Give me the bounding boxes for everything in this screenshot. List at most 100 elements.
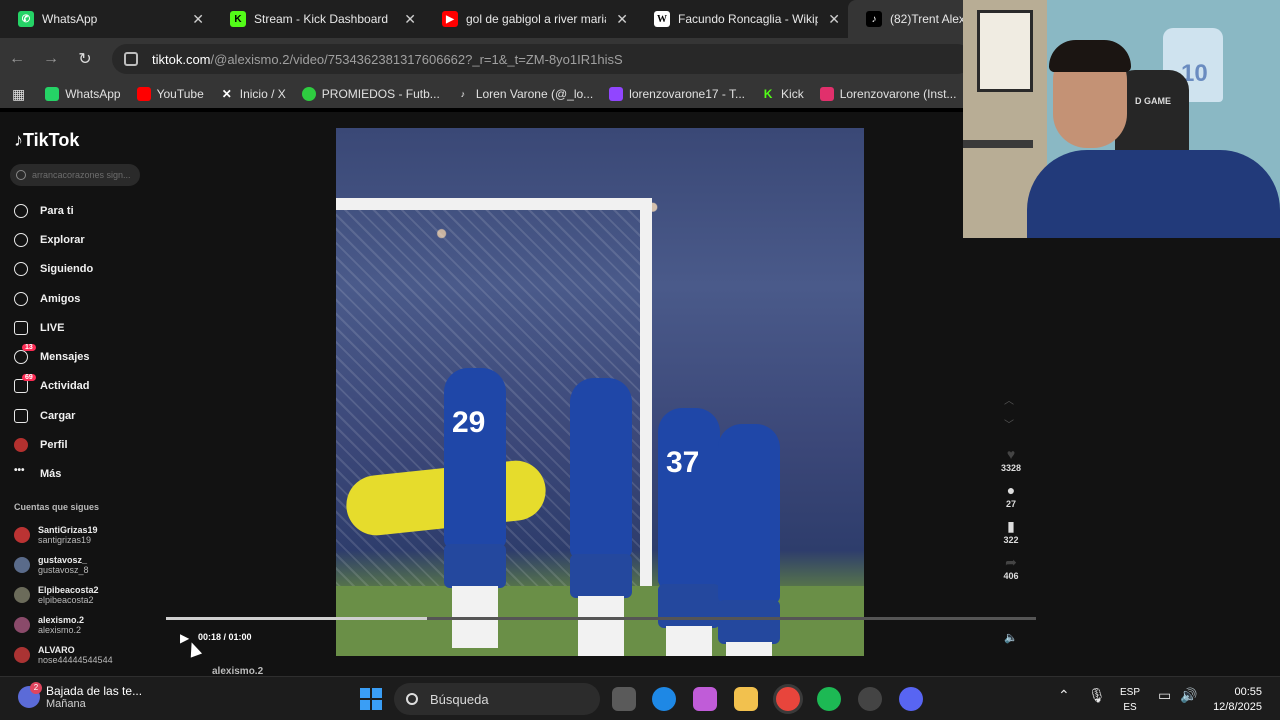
bookmark-instagram[interactable]: Lorenzovarone (Inst... — [819, 87, 957, 101]
tab-whatsapp[interactable]: ✆ WhatsApp ✕ — [0, 0, 212, 38]
sidebar-item-siguiendo[interactable]: Siguiendo — [14, 255, 164, 284]
language-indicator[interactable]: ESP ES — [1120, 685, 1140, 715]
spotify-icon[interactable] — [817, 687, 841, 711]
more-icon: ••• — [14, 465, 25, 477]
obs-icon[interactable] — [858, 687, 882, 711]
following-account[interactable]: ALVARO nose44444544544 — [14, 640, 113, 670]
discord-icon[interactable] — [899, 687, 923, 711]
promiedos-icon — [301, 87, 316, 101]
edge-icon[interactable] — [652, 687, 676, 711]
twitch-icon — [609, 87, 624, 101]
sidebar-item-amigos[interactable]: Amigos — [14, 284, 164, 313]
back-icon[interactable]: ← — [0, 50, 34, 68]
bookmark-label: YouTube — [156, 87, 204, 101]
taskbar-search[interactable]: Búsqueda — [394, 683, 600, 715]
messages-icon — [14, 350, 28, 365]
bookmark-label: lorenzovarone17 - T... — [629, 87, 746, 101]
home-icon — [14, 203, 28, 218]
following-title: Cuentas que sigues — [14, 502, 100, 512]
streamer-hair — [1049, 40, 1131, 72]
weather-icon: 2 — [18, 682, 42, 708]
chrome-icon[interactable] — [776, 687, 800, 711]
chevron-up-icon[interactable]: ︿ — [1004, 392, 1014, 407]
sidebar-item-live[interactable]: LIVE — [14, 313, 164, 342]
close-icon[interactable]: ✕ — [828, 11, 840, 28]
speaker-icon[interactable]: 🔊 — [1180, 687, 1197, 704]
search-placeholder: arrancacorazones sign... — [32, 170, 131, 180]
forward-icon[interactable]: → — [34, 50, 68, 68]
sidebar-item-para-ti[interactable]: Para ti — [14, 196, 164, 225]
avatar — [14, 587, 30, 603]
video-author[interactable]: alexismo.2 — [212, 666, 263, 676]
sidebar-item-perfil[interactable]: Perfil — [14, 430, 164, 459]
sidebar-item-mas[interactable]: ••• Más — [14, 460, 164, 489]
bookmark-x[interactable]: ✕ Inicio / X — [220, 87, 286, 101]
tab-kick[interactable]: K Stream - Kick Dashboard ✕ — [212, 0, 424, 38]
action-bar: ♥ 3328 ● 27 ▮ 322 ➦ 406 — [994, 446, 1028, 590]
task-view-icon[interactable] — [612, 687, 636, 711]
following-account[interactable]: gustavosz_ gustavosz_8 — [14, 550, 113, 580]
activity-icon — [14, 379, 28, 394]
wikipedia-icon: W — [654, 11, 670, 27]
bookmark-label: Loren Varone (@_lo... — [475, 87, 594, 101]
following-account[interactable]: SantiGrizas19 santigrizas19 — [14, 520, 113, 550]
weather-title: Bajada de las te... — [46, 684, 143, 698]
nav-label: Más — [40, 468, 62, 481]
apps-grid-icon[interactable]: ▦ — [12, 86, 25, 103]
windows-start-icon[interactable] — [360, 688, 382, 710]
bookmark-promiedos[interactable]: PROMIEDOS - Futb... — [301, 87, 440, 101]
sidebar-item-actividad[interactable]: 69 Actividad — [14, 372, 164, 401]
comment-action[interactable]: ● 27 — [994, 482, 1028, 509]
close-icon[interactable]: ✕ — [404, 11, 416, 28]
account-handle: elpibeacosta2 — [38, 595, 94, 605]
tab-wikipedia[interactable]: W Facundo Roncaglia - Wikipedia ✕ — [636, 0, 848, 38]
share-action[interactable]: ➦ 406 — [994, 554, 1028, 581]
nav-label: Mensajes — [40, 351, 90, 364]
site-info-icon[interactable] — [124, 52, 138, 66]
chevron-down-icon[interactable]: ﹀ — [1004, 416, 1014, 431]
nav-label: Actividad — [40, 380, 90, 393]
kick-icon: K — [763, 87, 773, 101]
sidebar-item-explorar[interactable]: Explorar — [14, 225, 164, 254]
network-icon[interactable]: ▭ — [1158, 687, 1171, 704]
tiktok-logo[interactable]: ♪TikTok — [14, 130, 79, 151]
following-account[interactable]: Elpibeacosta2 elpibeacosta2 — [14, 580, 113, 610]
unread-badge: 13 — [22, 344, 36, 352]
tab-youtube[interactable]: ▶ gol de gabigol a river mariano ✕ — [424, 0, 636, 38]
close-icon[interactable]: ✕ — [192, 11, 204, 28]
bookmark-action[interactable]: ▮ 322 — [994, 518, 1028, 545]
address-bar[interactable]: tiktok.com/@alexismo.2/video/75343623813… — [112, 44, 972, 74]
language-code: ESP — [1120, 687, 1141, 698]
player: 29 — [444, 368, 506, 648]
bookmark-kick[interactable]: K Kick — [761, 87, 804, 101]
sidebar-item-cargar[interactable]: Cargar — [14, 401, 164, 430]
copilot-icon[interactable] — [693, 687, 717, 711]
chevron-up-icon[interactable]: ⌃ — [1058, 687, 1070, 704]
tab-title: gol de gabigol a river mariano — [466, 12, 606, 26]
whatsapp-icon: ✆ — [18, 11, 34, 27]
volume-icon[interactable]: 🔈 — [1004, 631, 1018, 644]
bookmark-label: Lorenzovarone (Inst... — [839, 87, 957, 101]
bookmark-count: 322 — [1003, 535, 1019, 545]
sidebar-item-mensajes[interactable]: 13 Mensajes — [14, 342, 164, 371]
bookmark-twitch[interactable]: lorenzovarone17 - T... — [609, 87, 745, 101]
bookmark-tiktok[interactable]: ♪ Loren Varone (@_lo... — [456, 87, 594, 101]
video-player[interactable]: 29 37 — [336, 128, 864, 656]
bookmark-whatsapp[interactable]: WhatsApp — [45, 87, 121, 101]
compass-icon — [14, 232, 28, 247]
video-progress-bar[interactable] — [166, 617, 1036, 620]
search-input[interactable]: arrancacorazones sign... — [10, 164, 140, 186]
like-action[interactable]: ♥ 3328 — [994, 446, 1028, 473]
system-clock[interactable]: 00:55 12/8/2025 — [1204, 685, 1262, 715]
bookmark-youtube[interactable]: YouTube — [136, 87, 204, 101]
following-account[interactable]: alexismo.2 alexismo.2 — [14, 610, 113, 640]
file-explorer-icon[interactable] — [734, 687, 758, 711]
microphone-icon[interactable]: 🎙 — [1088, 687, 1106, 704]
upload-icon — [14, 408, 28, 423]
shirt-number: 37 — [666, 446, 700, 479]
reload-icon[interactable]: ↻ — [68, 49, 102, 69]
close-icon[interactable]: ✕ — [616, 11, 628, 28]
weather-widget[interactable]: 2 Bajada de las te... Mañana — [18, 682, 143, 710]
tiktok-icon: ♪ — [14, 130, 23, 150]
tiktok-icon: ♪ — [460, 89, 466, 99]
